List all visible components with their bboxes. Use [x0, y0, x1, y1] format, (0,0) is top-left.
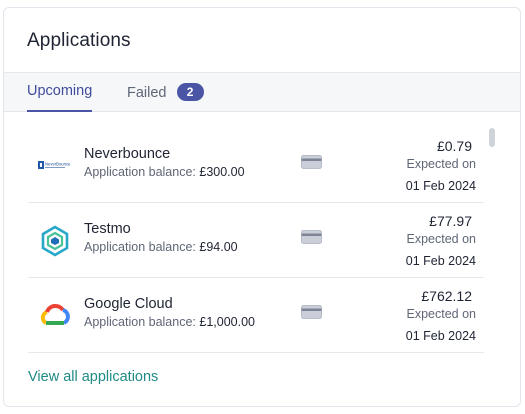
list-item[interactable]: Google Cloud Application balance: £1,000… — [28, 278, 484, 353]
balance-value: £300.00 — [199, 165, 245, 179]
balance-value: £1,000.00 — [199, 315, 255, 329]
applications-card: Applications Upcoming Failed 2 NeverBoun… — [3, 7, 521, 407]
list-item[interactable]: NeverBounce Neverbounce Application bala… — [28, 128, 484, 203]
payment-amount: £762.12 — [421, 288, 472, 304]
application-name: Neverbounce — [84, 146, 171, 162]
expected-date: 01 Feb 2024 — [405, 329, 476, 343]
card-title: Applications — [27, 30, 131, 51]
balance-label: Application balance: — [84, 165, 196, 179]
failed-count-badge: 2 — [176, 83, 204, 101]
application-name: Google Cloud — [84, 296, 173, 312]
google-cloud-logo-icon — [38, 299, 72, 333]
svg-text:NeverBounce: NeverBounce — [45, 162, 71, 167]
credit-card-icon — [301, 230, 322, 244]
balance-label: Application balance: — [84, 240, 196, 254]
expected-label: Expected on — [406, 307, 477, 321]
tab-failed-label: Failed — [127, 85, 167, 101]
credit-card-icon — [301, 155, 322, 169]
credit-card-icon — [301, 305, 322, 319]
view-all-applications-link[interactable]: View all applications — [28, 369, 158, 385]
applications-list: NeverBounce Neverbounce Application bala… — [4, 128, 520, 354]
application-balance: Application balance: £300.00 — [84, 165, 245, 179]
balance-label: Application balance: — [84, 315, 196, 329]
tab-upcoming-label: Upcoming — [27, 83, 93, 99]
application-balance: Application balance: £1,000.00 — [84, 315, 255, 329]
list-scrollbar[interactable] — [489, 128, 495, 147]
expected-date: 01 Feb 2024 — [405, 179, 476, 193]
testmo-logo-icon — [38, 224, 72, 258]
payment-amount: £77.97 — [429, 213, 472, 229]
expected-label: Expected on — [406, 157, 477, 171]
balance-value: £94.00 — [199, 240, 238, 254]
payment-amount: £0.79 — [436, 138, 472, 154]
expected-date: 01 Feb 2024 — [405, 254, 476, 268]
tab-bar: Upcoming Failed 2 — [4, 72, 520, 112]
neverbounce-logo-icon: NeverBounce — [38, 149, 72, 183]
expected-label: Expected on — [406, 232, 477, 246]
application-name: Testmo — [84, 221, 131, 237]
tab-upcoming[interactable]: Upcoming — [27, 83, 93, 112]
list-item[interactable]: Testmo Application balance: £94.00 £77.9… — [28, 203, 484, 278]
application-balance: Application balance: £94.00 — [84, 240, 238, 254]
active-tab-indicator — [27, 110, 93, 112]
tab-failed[interactable]: Failed 2 — [127, 83, 204, 112]
